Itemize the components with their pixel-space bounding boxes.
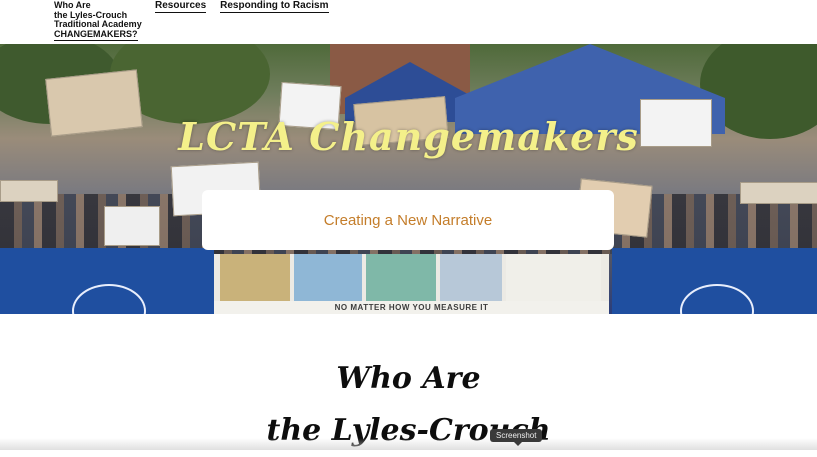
city-seal-icon [72, 284, 146, 314]
police-barrier [612, 248, 817, 314]
nav-links: Resources Responding to Racism [155, 0, 329, 13]
city-seal-icon [679, 284, 754, 314]
protest-sign [0, 180, 58, 202]
police-barrier [0, 248, 214, 314]
protest-sign [104, 206, 160, 246]
narrative-box: Creating a New Narrative [202, 190, 614, 250]
screenshot-tooltip: Screenshot [490, 429, 543, 446]
measure-banner: NO MATTER HOW YOU MEASURE IT [214, 254, 609, 314]
banner-tile [220, 254, 290, 301]
hero-banner: NO MATTER HOW YOU MEASURE IT LCTA Change… [0, 44, 817, 314]
dock-shadow [0, 438, 817, 450]
nav-link-resources[interactable]: Resources [155, 0, 207, 13]
banner-tile [294, 254, 362, 301]
heading-line: Who Are [336, 361, 481, 396]
banner-tile [506, 254, 601, 301]
protest-sign [740, 182, 817, 204]
top-navigation: Who Are the Lyles-Crouch Traditional Aca… [0, 0, 817, 44]
hero-title: LCTA Changemakers [178, 114, 639, 159]
site-title[interactable]: Who Are the Lyles-Crouch Traditional Aca… [54, 0, 142, 41]
nav-link-responding-to-racism[interactable]: Responding to Racism [220, 0, 329, 13]
banner-tile [366, 254, 436, 301]
banner-tile [440, 254, 502, 301]
hero-subtitle: Creating a New Narrative [323, 211, 493, 229]
banner-caption: NO MATTER HOW YOU MEASURE IT [214, 301, 609, 314]
site-title-line: CHANGEMAKERS? [54, 29, 138, 41]
